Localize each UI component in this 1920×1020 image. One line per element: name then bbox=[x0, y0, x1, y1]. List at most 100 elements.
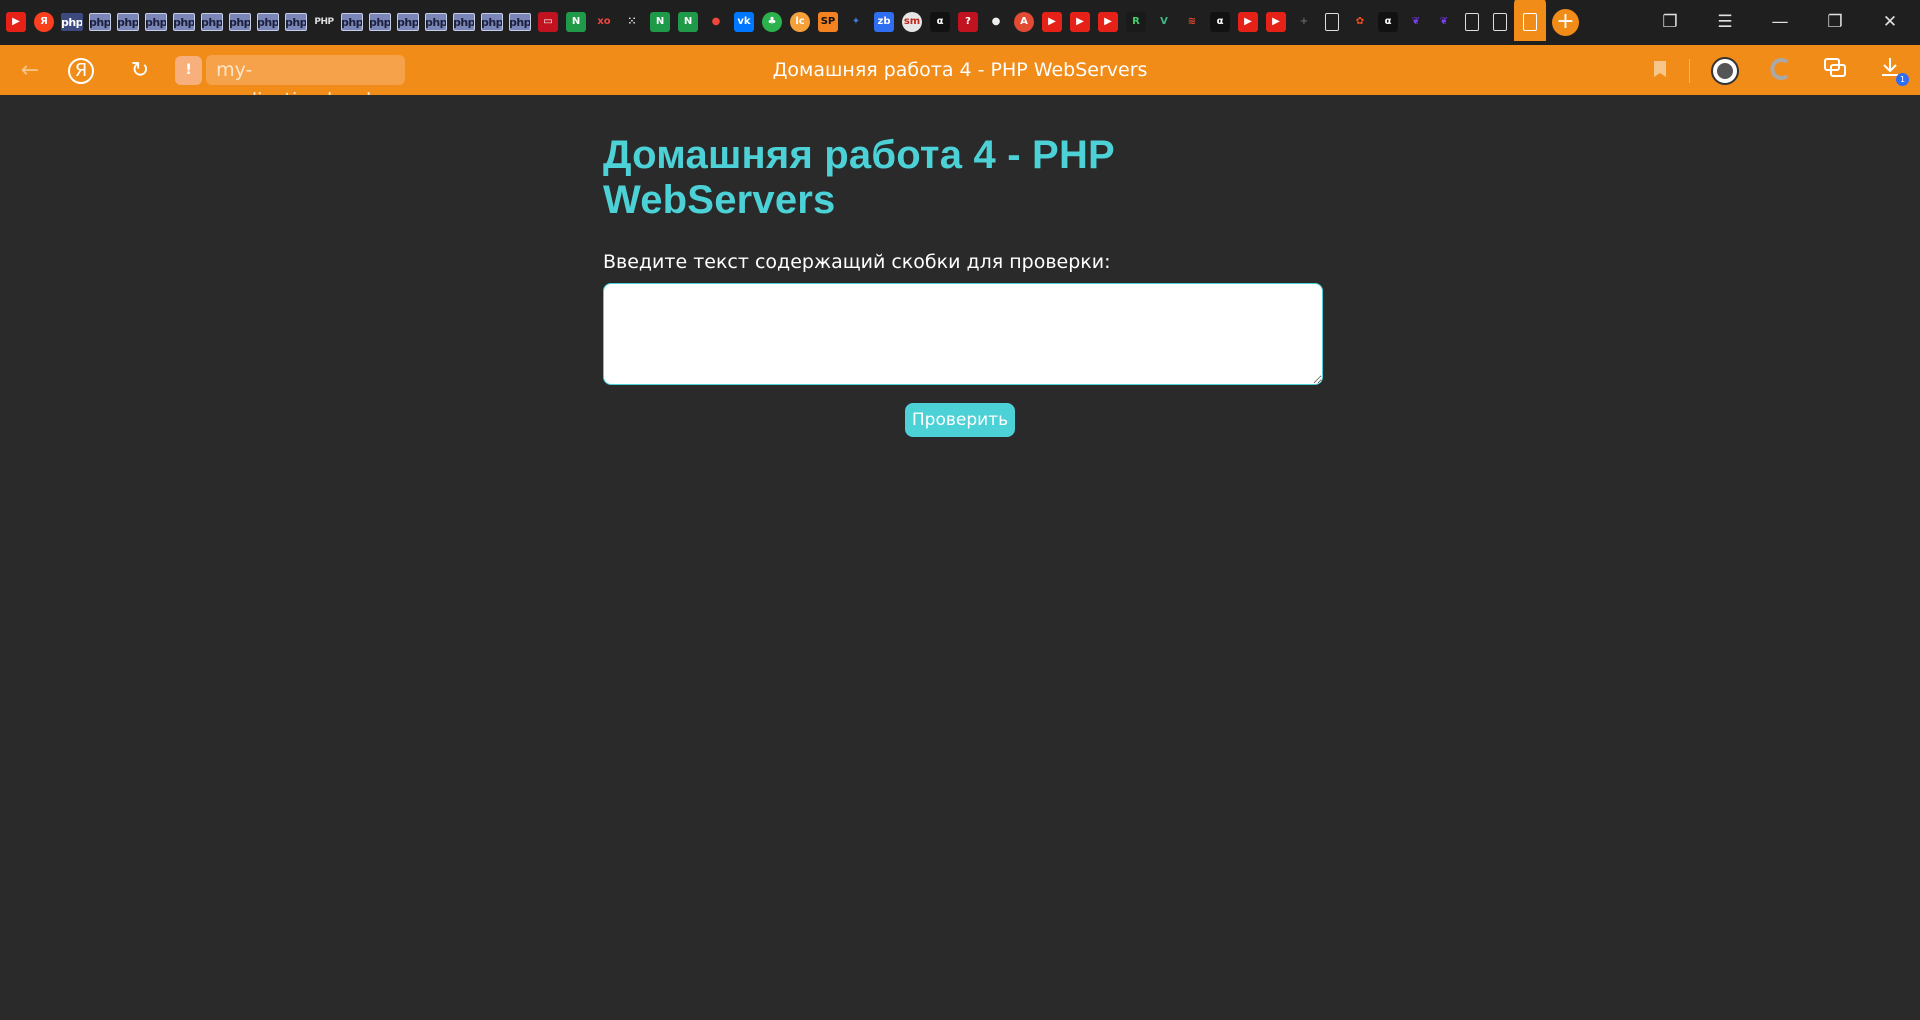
github-icon: ● bbox=[991, 16, 1001, 27]
tab[interactable]: V bbox=[1150, 7, 1178, 37]
youtube-icon: ▶ bbox=[1098, 12, 1118, 32]
map-pin-icon: ● bbox=[711, 16, 721, 27]
tab[interactable]: N bbox=[562, 7, 590, 37]
address-url[interactable]: my-application.local bbox=[206, 55, 405, 111]
tab[interactable]: php bbox=[506, 7, 534, 37]
minimize-button[interactable]: — bbox=[1760, 8, 1800, 36]
downloads-count-badge: 1 bbox=[1896, 73, 1909, 86]
tab[interactable]: ♣ bbox=[758, 7, 786, 37]
tab[interactable]: php bbox=[142, 7, 170, 37]
tab-list: ▶ Яphp php php php php php php php php PHP php php ph… bbox=[2, 0, 1546, 41]
plus-icon: + bbox=[1299, 16, 1309, 27]
dots-icon: ⁙ bbox=[627, 16, 637, 27]
alpha-icon: α bbox=[1210, 12, 1230, 32]
tab[interactable]: ▶ bbox=[1066, 7, 1094, 37]
tab[interactable]: php bbox=[114, 7, 142, 37]
tab-collections-icon[interactable]: ❐ bbox=[1650, 8, 1690, 36]
brackets-text-input[interactable] bbox=[603, 283, 1323, 385]
tab[interactable]: α bbox=[1206, 7, 1234, 37]
tab[interactable]: ● bbox=[702, 7, 730, 37]
youtube-icon: ▶ bbox=[6, 12, 26, 32]
php-icon: php bbox=[257, 13, 279, 31]
php-icon: php bbox=[341, 13, 363, 31]
tab[interactable]: R bbox=[1122, 7, 1150, 37]
tab[interactable]: ▶ bbox=[1234, 7, 1262, 37]
restore-button[interactable]: ❐ bbox=[1815, 8, 1855, 36]
check-button[interactable]: Проверить bbox=[905, 403, 1015, 437]
tab[interactable]: vk bbox=[730, 7, 758, 37]
tab[interactable]: ? bbox=[954, 7, 982, 37]
tab[interactable]: php bbox=[254, 7, 282, 37]
tab-active[interactable] bbox=[1514, 0, 1546, 41]
php-icon: php bbox=[453, 13, 475, 31]
tab[interactable]: php bbox=[58, 7, 86, 37]
tab[interactable]: php bbox=[394, 7, 422, 37]
tab[interactable]: ✿ bbox=[1346, 7, 1374, 37]
tab[interactable]: zb bbox=[870, 7, 898, 37]
tab[interactable]: ● bbox=[982, 7, 1010, 37]
tab[interactable] bbox=[1486, 7, 1514, 37]
address-bar[interactable]: ! my-application.local bbox=[175, 54, 405, 111]
tab[interactable] bbox=[1458, 7, 1486, 37]
php-icon: php bbox=[481, 13, 503, 31]
php-icon: php bbox=[425, 13, 447, 31]
yandex-home-button[interactable]: Я bbox=[68, 58, 94, 84]
feather-icon: ❦ bbox=[1439, 16, 1449, 27]
extension-c-icon[interactable] bbox=[1765, 56, 1795, 86]
tab[interactable]: php bbox=[366, 7, 394, 37]
main-menu-button[interactable]: ☰ bbox=[1705, 8, 1745, 36]
new-tab-button[interactable]: + bbox=[1552, 9, 1579, 36]
tab[interactable]: α bbox=[926, 7, 954, 37]
tab[interactable]: php bbox=[450, 7, 478, 37]
tab-strip: ▶ Яphp php php php php php php php php PHP php php ph… bbox=[0, 0, 1920, 45]
tab[interactable]: php bbox=[226, 7, 254, 37]
tab[interactable]: ▶ bbox=[1094, 7, 1122, 37]
page-heading: Домашняя работа 4 - PHP WebServers bbox=[603, 133, 1115, 222]
tab[interactable]: ▶ bbox=[1262, 7, 1290, 37]
tab[interactable]: ✦ bbox=[842, 7, 870, 37]
tab[interactable]: + bbox=[1290, 7, 1318, 37]
tab[interactable]: α bbox=[1374, 7, 1402, 37]
tab[interactable]: sm bbox=[898, 7, 926, 37]
php-icon: php bbox=[61, 13, 83, 31]
document-icon bbox=[1523, 13, 1537, 31]
tab[interactable]: ❦ bbox=[1402, 7, 1430, 37]
php-icon: php bbox=[173, 13, 195, 31]
tab[interactable]: A bbox=[1010, 7, 1038, 37]
reload-button[interactable]: ↻ bbox=[124, 55, 156, 87]
tab[interactable]: SP bbox=[814, 7, 842, 37]
tab[interactable]: ▶ bbox=[1038, 7, 1066, 37]
feather-icon: ❦ bbox=[1411, 16, 1421, 27]
extension-hand-icon[interactable] bbox=[1710, 56, 1740, 86]
tab[interactable]: ≋ bbox=[1178, 7, 1206, 37]
page-title-display: Домашняя работа 4 - PHP WebServers bbox=[772, 59, 1148, 81]
tab[interactable]: N bbox=[646, 7, 674, 37]
tab[interactable]: Я bbox=[30, 7, 58, 37]
back-button[interactable]: ← bbox=[14, 55, 46, 87]
tab[interactable]: ▶ bbox=[2, 7, 30, 37]
tab[interactable] bbox=[1318, 7, 1346, 37]
tab[interactable]: xo bbox=[590, 7, 618, 37]
tab[interactable]: php bbox=[86, 7, 114, 37]
vue-icon: V bbox=[1160, 16, 1168, 27]
extension-chat-icon[interactable] bbox=[1820, 56, 1850, 86]
connection-warning-icon[interactable]: ! bbox=[175, 55, 203, 85]
tab[interactable]: php bbox=[338, 7, 366, 37]
tab[interactable]: ❦ bbox=[1430, 7, 1458, 37]
tab[interactable]: php bbox=[478, 7, 506, 37]
bookmark-icon[interactable] bbox=[1645, 56, 1675, 86]
tab[interactable]: php bbox=[170, 7, 198, 37]
tab[interactable]: N bbox=[674, 7, 702, 37]
downloads-button[interactable]: 1 bbox=[1875, 56, 1909, 86]
tab[interactable]: php bbox=[282, 7, 310, 37]
tab[interactable]: lc bbox=[786, 7, 814, 37]
nginx-icon: N bbox=[678, 12, 698, 32]
tab[interactable]: php bbox=[422, 7, 450, 37]
tab[interactable]: PHP bbox=[310, 7, 338, 37]
tab[interactable]: ⁙ bbox=[618, 7, 646, 37]
php-icon: php bbox=[117, 13, 139, 31]
document-icon bbox=[1465, 13, 1479, 31]
tab[interactable]: ▭ bbox=[534, 7, 562, 37]
close-window-button[interactable]: ✕ bbox=[1870, 8, 1910, 36]
tab[interactable]: php bbox=[198, 7, 226, 37]
